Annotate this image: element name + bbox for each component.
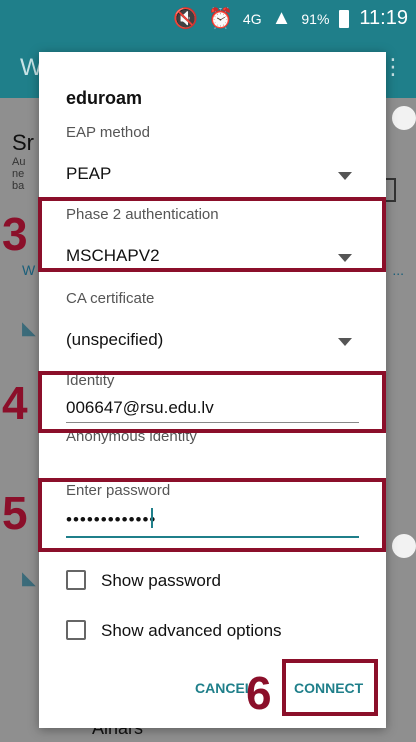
show-advanced-label[interactable]: Show advanced options <box>101 621 282 641</box>
annotation-box-password <box>38 478 386 552</box>
section-desc-partial: Au ne ba <box>12 156 26 192</box>
section-title-partial: Sr <box>12 130 34 155</box>
mute-icon: 🔇 <box>173 8 198 30</box>
annotation-box-identity <box>38 371 386 433</box>
dialog-title: eduroam <box>66 88 143 108</box>
cancel-button[interactable]: CANCEL <box>195 680 253 696</box>
status-bar: 🔇 ⏰ 4G ▲ 91% 11:19 <box>0 0 416 36</box>
eap-method-label: EAP method <box>66 124 150 141</box>
battery-percent: 91% <box>301 10 330 27</box>
signal-icon: ▲ <box>271 7 292 29</box>
alarm-icon: ⏰ <box>208 8 233 30</box>
link-partial: W <box>22 262 36 278</box>
annotation-number-6: 6 <box>246 667 272 719</box>
ca-certificate-select[interactable]: (unspecified) <box>66 330 163 350</box>
show-password-checkbox[interactable] <box>66 570 86 590</box>
toggle-knob <box>392 106 416 130</box>
chevron-down-icon[interactable] <box>338 338 352 346</box>
annotation-box-phase2 <box>38 197 386 272</box>
annotation-number-3: 3 <box>2 208 28 260</box>
eap-method-select[interactable]: PEAP <box>66 164 111 184</box>
annotation-number-4: 4 <box>2 377 28 429</box>
wifi-icon: ◣ <box>22 318 36 338</box>
clock: 11:19 <box>359 7 408 29</box>
battery-icon <box>339 9 350 28</box>
link-dots: ... <box>392 262 404 278</box>
toggle-knob <box>392 534 416 558</box>
annotation-box-connect <box>282 659 378 716</box>
annotation-number-5: 5 <box>2 487 28 539</box>
wifi-icon: ◣ <box>22 568 36 588</box>
chevron-down-icon[interactable] <box>338 172 352 180</box>
show-password-label[interactable]: Show password <box>101 571 221 591</box>
network-type: 4G <box>242 10 262 27</box>
show-advanced-checkbox[interactable] <box>66 620 86 640</box>
ca-certificate-label: CA certificate <box>66 290 155 307</box>
